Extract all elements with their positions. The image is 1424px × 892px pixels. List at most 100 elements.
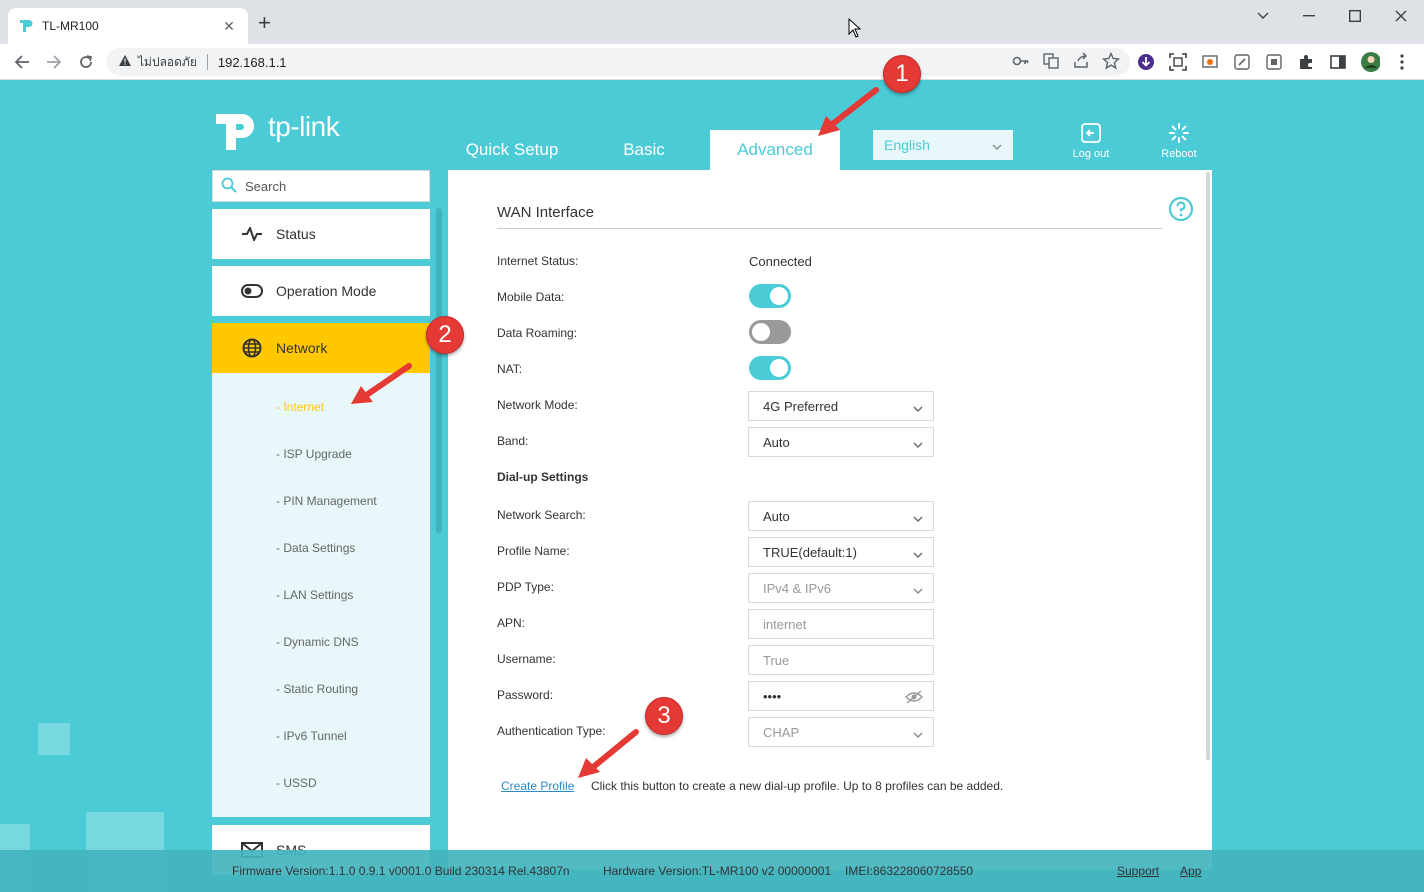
pulse-icon [240,222,264,246]
reboot-button[interactable]: Reboot [1149,122,1209,160]
profile-name-label: Profile Name: [497,544,570,558]
toggle-knob [770,359,788,377]
network-mode-label: Network Mode: [497,398,578,412]
logout-label: Log out [1072,148,1110,160]
username-input[interactable]: True [748,645,934,675]
eye-slash-icon[interactable] [905,690,923,707]
browser-menu-icon[interactable] [1392,52,1412,72]
screenshot-icon[interactable] [1168,52,1188,72]
apn-input[interactable]: internet [748,609,934,639]
submenu-item-ussd[interactable]: - USSD [276,776,317,790]
submenu-item-lan-settings[interactable]: - LAN Settings [276,588,353,602]
submenu-item-data-settings[interactable]: - Data Settings [276,541,355,555]
submenu-item-isp-upgrade[interactable]: - ISP Upgrade [276,447,352,461]
annotation-badge-1: 1 [883,55,921,93]
help-icon[interactable] [1168,196,1194,225]
support-link[interactable]: Support [1117,864,1159,878]
submenu-item-static-routing[interactable]: - Static Routing [276,682,358,696]
submenu-item-pin-management[interactable]: - PIN Management [276,494,377,508]
tab-close-icon[interactable]: ✕ [220,18,238,35]
submenu-item-internet[interactable]: - Internet [276,400,324,414]
sidebar-item-label: Network [276,340,328,356]
key-icon[interactable] [1012,52,1030,73]
select-value: CHAP [763,724,800,740]
back-arrow-icon[interactable] [10,50,34,74]
select-value: Auto [763,508,790,524]
submenu-item-ipv6-tunnel[interactable]: - IPv6 Tunnel [276,729,347,743]
profile-avatar-icon[interactable] [1360,52,1380,72]
download-manager-icon[interactable] [1136,52,1156,72]
side-panel-icon[interactable] [1328,52,1348,72]
tplink-logo: tp-link [212,102,340,152]
create-profile-link[interactable]: Create Profile [501,779,574,793]
nat-toggle[interactable] [749,356,791,380]
tab-quick-setup[interactable]: Quick Setup [455,130,569,170]
annotation-arrow-2 [351,363,412,404]
tab-basic[interactable]: Basic [600,130,688,170]
chevron-down-icon [913,510,923,525]
content-scrollbar[interactable] [1206,172,1210,760]
sidebar-search[interactable] [212,170,430,202]
chevron-down-icon [913,546,923,561]
app-link[interactable]: App [1180,864,1201,878]
search-input[interactable] [245,178,415,194]
edit-extension-icon[interactable] [1232,52,1252,72]
logout-button[interactable]: Log out [1061,122,1121,160]
close-window-icon[interactable] [1378,6,1424,26]
globe-icon [240,336,264,360]
url-text[interactable]: 192.168.1.1 [218,55,287,70]
nat-label: NAT: [497,362,523,376]
browser-toolbar: ไม่ปลอดภัย 192.168.1.1 [0,44,1424,80]
internet-status-value: Connected [749,254,812,269]
capture-extension-icon[interactable] [1264,52,1284,72]
tab-title: TL-MR100 [42,19,99,33]
address-bar[interactable]: ไม่ปลอดภัย 192.168.1.1 [106,48,1130,76]
dialup-settings-heading: Dial-up Settings [497,470,589,484]
select-value: IPv4 & IPv6 [763,580,831,596]
submenu-item-dynamic-dns[interactable]: - Dynamic DNS [276,635,359,649]
page-footer: Firmware Version:1.1.0 0.9.1 v0001.0 Bui… [0,850,1424,892]
translate-icon[interactable] [1042,52,1060,73]
toggle-knob [770,287,788,305]
sidebar-item-status[interactable]: Status [212,209,430,259]
sidebar-scrollbar[interactable] [436,208,442,533]
tplink-favicon-icon [18,18,34,34]
profile-name-select[interactable]: TRUE(default:1) [748,537,934,567]
input-value: internet [763,616,807,632]
cast-icon[interactable] [1200,52,1220,72]
search-icon [221,177,237,196]
network-search-select[interactable]: Auto [748,501,934,531]
extensions-puzzle-icon[interactable] [1296,52,1316,72]
data-roaming-toggle[interactable] [749,320,791,344]
language-select[interactable]: English [873,130,1013,160]
select-value: 4G Preferred [763,398,839,414]
maximize-icon[interactable] [1332,6,1378,26]
browser-tab[interactable]: TL-MR100 ✕ [8,8,248,44]
auth-type-select[interactable]: CHAP [748,717,934,747]
username-label: Username: [497,652,556,666]
chevron-down-icon [913,400,923,415]
annotation-badge-3: 3 [645,697,683,735]
tab-search-chevron-icon[interactable] [1240,6,1286,26]
new-tab-button[interactable]: + [258,12,271,34]
sidebar-item-label: Operation Mode [276,283,377,299]
forward-arrow-icon[interactable] [42,50,66,74]
pdp-type-select[interactable]: IPv4 & IPv6 [748,573,934,603]
band-select[interactable]: Auto [748,427,934,457]
select-value: Auto [763,434,790,450]
pdp-type-label: PDP Type: [497,580,554,594]
password-input[interactable]: •••• [748,681,934,711]
mobile-data-toggle[interactable] [749,284,791,308]
chevron-down-icon [913,582,923,597]
warning-triangle-icon[interactable] [118,54,132,70]
sidebar-item-operation-mode[interactable]: Operation Mode [212,266,430,316]
bookmark-star-icon[interactable] [1101,51,1121,73]
firmware-version: Firmware Version:1.1.0 0.9.1 v0001.0 Bui… [232,864,570,878]
reload-icon[interactable] [74,50,98,74]
network-mode-select[interactable]: 4G Preferred [748,391,934,421]
minimize-icon[interactable] [1286,6,1332,26]
hardware-version: Hardware Version:TL-MR100 v2 00000001 [603,864,832,878]
share-icon[interactable] [1072,52,1090,73]
logo-text: tp-link [268,111,340,142]
select-value: TRUE(default:1) [763,544,857,560]
